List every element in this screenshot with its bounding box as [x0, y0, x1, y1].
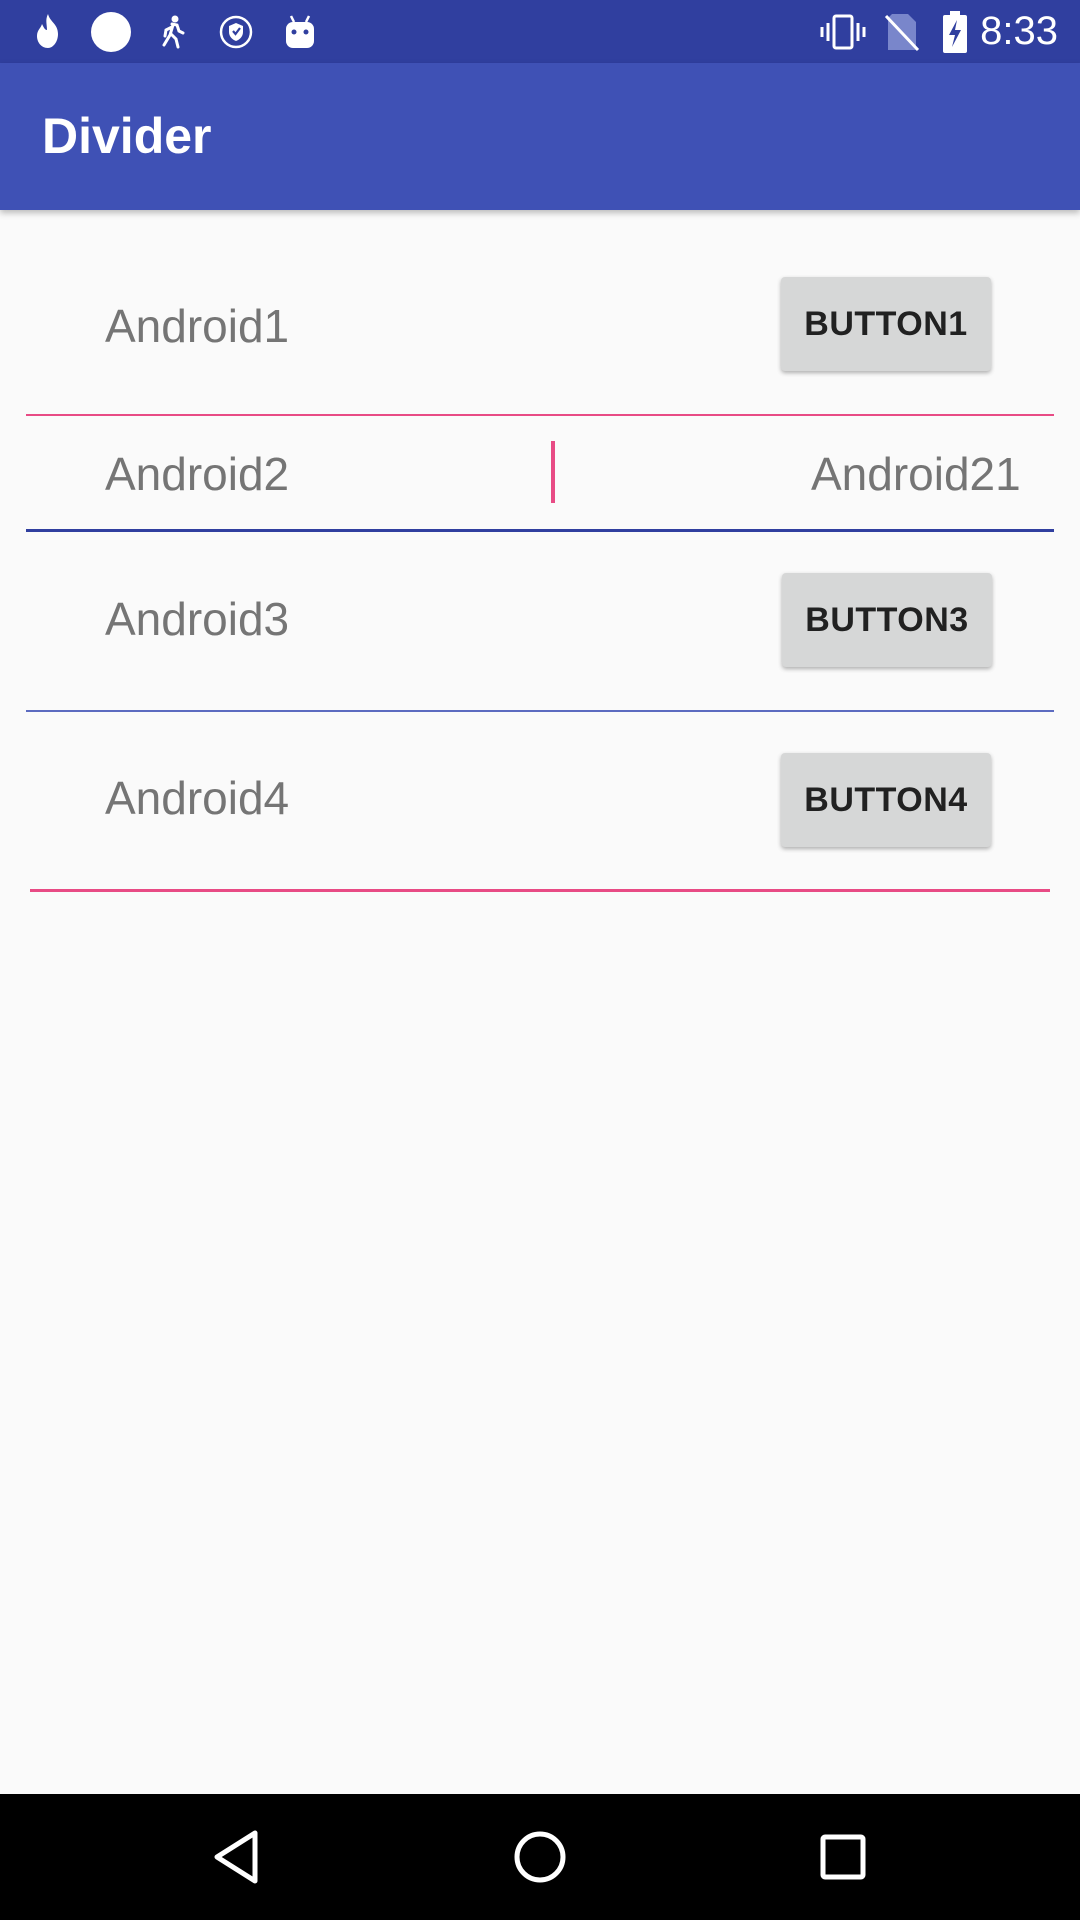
circle-icon — [88, 0, 134, 63]
battery-charging-icon — [940, 0, 970, 63]
button1[interactable]: BUTTON1 — [781, 277, 991, 371]
fire-icon — [28, 0, 68, 63]
button4[interactable]: BUTTON4 — [781, 753, 991, 847]
navigation-bar — [0, 1794, 1080, 1920]
recents-icon[interactable] — [763, 1794, 923, 1920]
status-bar: 8:33 — [0, 0, 1080, 63]
row-label-android1: Android1 — [105, 300, 290, 352]
row-label-android21: Android21 — [811, 448, 1021, 500]
divider-pink-thick — [30, 889, 1050, 892]
vibrate-icon — [818, 0, 868, 63]
android-icon — [282, 0, 318, 63]
divider-pink-thin — [26, 414, 1054, 416]
walk-icon — [158, 0, 188, 63]
row-label-android3: Android3 — [105, 593, 290, 645]
status-time: 8:33 — [980, 9, 1058, 53]
row-label-android4: Android4 — [105, 772, 290, 824]
screen: 8:33 Divider Android1 BUTTON1 Android2 A… — [0, 0, 1080, 1920]
back-icon[interactable] — [157, 1794, 317, 1920]
button3[interactable]: BUTTON3 — [782, 573, 992, 667]
home-icon[interactable] — [460, 1794, 620, 1920]
divider-blue-thick — [26, 529, 1054, 532]
shield-icon — [218, 0, 254, 63]
vertical-divider — [551, 441, 555, 503]
divider-blue-thin — [26, 710, 1054, 712]
page-title: Divider — [42, 108, 212, 164]
row-label-android2: Android2 — [105, 448, 290, 500]
no-sim-icon — [882, 0, 922, 63]
app-bar: Divider — [0, 63, 1080, 210]
